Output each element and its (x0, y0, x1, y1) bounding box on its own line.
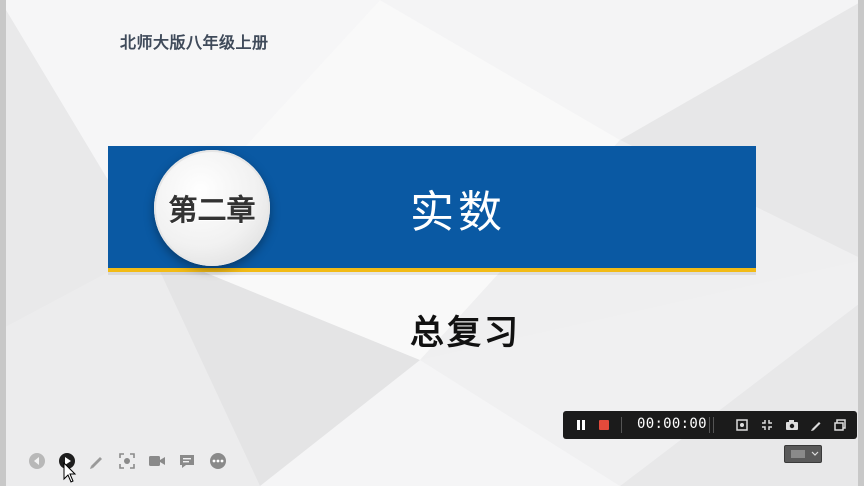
comment-button[interactable] (176, 450, 198, 472)
pen-icon (811, 422, 821, 431)
mouse-cursor-icon (63, 462, 77, 483)
recording-timer: 00:00:00 (637, 416, 707, 432)
presenter-toolbar (26, 450, 236, 472)
separator (709, 417, 710, 433)
back-button[interactable] (26, 450, 48, 472)
video-button[interactable] (146, 450, 168, 472)
screenshot-icon (119, 453, 135, 469)
mini-window-control[interactable] (784, 445, 822, 463)
more-icon (210, 453, 226, 469)
pause-icon (577, 420, 585, 430)
region-icon (736, 419, 748, 431)
back-icon (29, 453, 45, 469)
camera-icon (786, 420, 798, 430)
minimized-window-icon (791, 450, 819, 458)
pen-button[interactable] (806, 415, 826, 435)
screenshot-button[interactable] (116, 450, 138, 472)
window-button[interactable] (830, 415, 850, 435)
more-button[interactable] (207, 450, 229, 472)
video-icon (149, 456, 165, 466)
stop-button[interactable] (594, 415, 614, 435)
left-edge (0, 0, 6, 486)
pause-button[interactable] (571, 415, 591, 435)
shrink-button[interactable] (757, 415, 777, 435)
separator (621, 417, 622, 433)
edition-label: 北师大版八年级上册 (120, 33, 269, 52)
comment-icon (180, 455, 194, 468)
camera-button[interactable] (782, 415, 802, 435)
recorder-toolbar: 00:00:00 (563, 411, 857, 439)
pen-icon (90, 457, 102, 469)
right-edge (858, 0, 864, 486)
pen-tool-button[interactable] (86, 450, 108, 472)
window-icon (834, 419, 846, 431)
slide-subtitle: 总复习 (410, 313, 521, 353)
chapter-title: 实数 (410, 187, 506, 238)
separator (713, 417, 714, 433)
shrink-icon (762, 420, 772, 430)
chapter-badge: 第二章 (168, 193, 256, 227)
region-button[interactable] (732, 415, 752, 435)
banner-shadow (108, 272, 756, 275)
stop-icon (599, 420, 609, 430)
